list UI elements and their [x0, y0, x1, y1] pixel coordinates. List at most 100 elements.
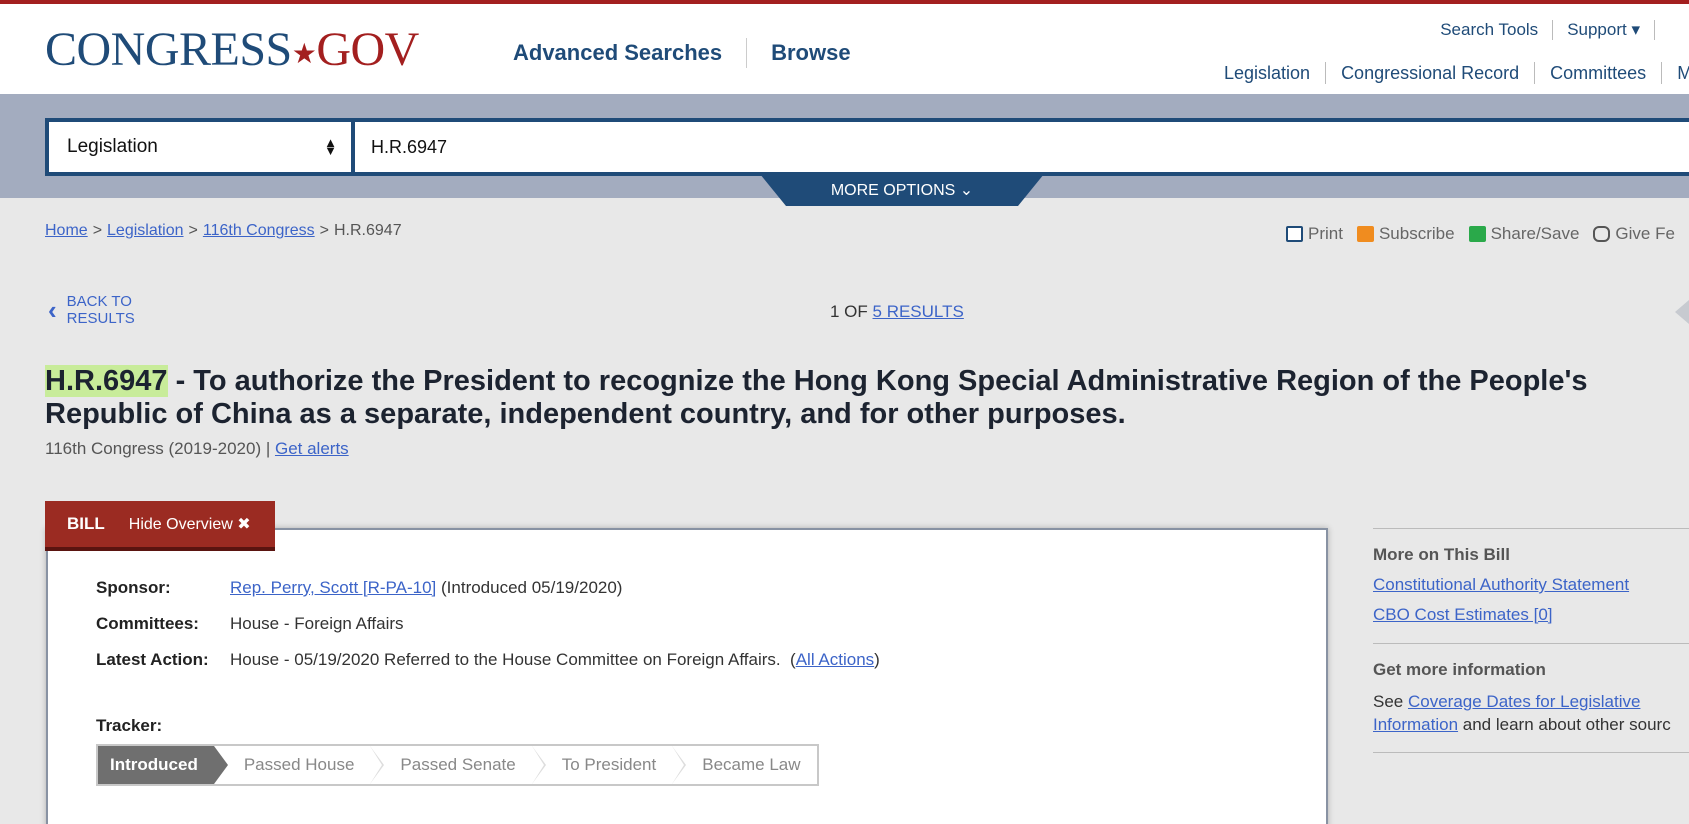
committees-value: House - Foreign Affairs: [230, 614, 404, 633]
cbo-cost-estimates-link[interactable]: CBO Cost Estimates [0]: [1373, 605, 1689, 625]
chevron-left-icon: ‹: [48, 294, 57, 325]
latest-action-value: House - 05/19/2020 Referred to the House…: [230, 650, 880, 670]
tracker-step-became-law: Became Law: [672, 746, 816, 784]
tracker-arrow: [213, 746, 228, 784]
breadcrumb-separator: >: [188, 222, 198, 239]
tracker-step-label: Introduced: [110, 755, 198, 774]
nav-committees[interactable]: Committees: [1550, 63, 1646, 84]
latest-action-label: Latest Action:: [96, 650, 209, 669]
secondary-nav: Legislation Congressional Record Committ…: [1224, 62, 1689, 84]
breadcrumb-home[interactable]: Home: [45, 222, 88, 239]
feedback-icon: [1593, 226, 1611, 242]
collection-select[interactable]: Legislation ▲ ▼: [49, 122, 351, 172]
congress-session: 116th Congress (2019-2020) | Get alerts: [45, 439, 349, 459]
breadcrumb-separator: >: [319, 222, 329, 239]
share-save-button[interactable]: Share/Save: [1468, 224, 1579, 244]
share-icon: [1468, 226, 1486, 242]
results-counter: 1 OF 5 RESULTS: [830, 302, 964, 322]
nav-advanced-searches[interactable]: Advanced Searches: [513, 40, 722, 66]
nav-divider: [1661, 62, 1663, 84]
sponsor-row: Sponsor: Rep. Perry, Scott [R-PA-10] (In…: [96, 578, 622, 598]
bill-tab-label: BILL: [67, 514, 105, 533]
bill-title: H.R.6947 - To authorize the President to…: [45, 365, 1685, 431]
results-count-prefix: 1 OF: [830, 302, 873, 321]
sponsor-link[interactable]: Rep. Perry, Scott [R-PA-10]: [230, 578, 436, 597]
sponsor-introduced: (Introduced 05/19/2020): [436, 578, 623, 597]
back-label-line1: BACK TO: [66, 293, 132, 310]
primary-nav: Advanced Searches Browse: [513, 38, 851, 68]
logo-gov-text: GOV: [316, 23, 419, 76]
nav-divider: [746, 38, 748, 68]
latest-action-text: House - 05/19/2020 Referred to the House…: [230, 650, 796, 669]
latest-action-close: ): [874, 650, 880, 669]
give-feedback-button[interactable]: Give Fe: [1593, 224, 1675, 244]
select-arrows-icon: ▲ ▼: [324, 135, 337, 158]
coverage-dates-link-line2[interactable]: Information: [1373, 715, 1458, 734]
subscribe-button[interactable]: Subscribe: [1356, 224, 1455, 244]
info-suffix: and learn about other sourc: [1458, 715, 1671, 734]
more-information-text: See Coverage Dates for Legislative Inform…: [1373, 690, 1689, 736]
sponsor-label: Sponsor:: [96, 578, 171, 597]
bill-tracker: Introduced Passed House Passed Senate To…: [96, 744, 819, 786]
print-button[interactable]: Print: [1286, 224, 1343, 244]
search-input[interactable]: H.R.6947: [355, 122, 1689, 172]
tracker-step-introduced: Introduced: [98, 746, 228, 784]
committees-row: Committees: House - Foreign Affairs: [96, 614, 404, 634]
breadcrumb-legislation[interactable]: Legislation: [107, 222, 184, 239]
tracker-step-label: Passed Senate: [400, 755, 516, 774]
breadcrumb-separator: >: [92, 222, 103, 239]
breadcrumb-current: H.R.6947: [334, 222, 402, 239]
get-alerts-link[interactable]: Get alerts: [275, 439, 349, 458]
results-count-link[interactable]: 5 RESULTS: [873, 302, 964, 321]
nav-divider: [1325, 62, 1327, 84]
site-header: CONGRESS★GOV Advanced Searches Browse Se…: [0, 0, 1689, 94]
congress-session-text: 116th Congress (2019-2020) |: [45, 439, 275, 458]
breadcrumb-congress[interactable]: 116th Congress: [203, 222, 315, 239]
tracker-step-label: To President: [561, 755, 657, 774]
bill-number-highlight: H.R.6947: [45, 365, 168, 397]
tracker-step-label: Became Law: [702, 755, 801, 774]
coverage-dates-link-line1[interactable]: Coverage Dates for Legislative: [1408, 692, 1640, 711]
search-input-value: H.R.6947: [371, 136, 448, 157]
nav-divider: [1534, 62, 1536, 84]
print-icon: [1286, 226, 1303, 242]
next-result-arrow-icon[interactable]: [1675, 300, 1689, 324]
breadcrumb: Home > Legislation >116th Congress > H.R.6947: [45, 222, 402, 240]
nav-congressional-record[interactable]: Congressional Record: [1341, 63, 1519, 84]
tracker-arrow-inner: [531, 746, 544, 784]
nav-divider: [1654, 20, 1655, 40]
nav-browse[interactable]: Browse: [771, 40, 850, 66]
nav-support-dropdown[interactable]: Support ▾: [1567, 20, 1640, 40]
utility-nav: Search Tools Support ▾: [1440, 20, 1669, 40]
more-options-button[interactable]: MORE OPTIONS ⌄: [760, 178, 1044, 204]
hide-overview-button[interactable]: Hide Overview ✖: [129, 514, 275, 534]
back-to-results-link[interactable]: ‹ BACK TO RESULTS: [48, 293, 135, 327]
search-band: Legislation ▲ ▼ H.R.6947 MORE OPTIONS ⌄: [0, 94, 1689, 206]
info-prefix: See: [1373, 692, 1408, 711]
feedback-label: Give Fe: [1615, 224, 1675, 243]
committees-label: Committees:: [96, 614, 199, 633]
subscribe-label: Subscribe: [1378, 224, 1455, 243]
search-bar: Legislation ▲ ▼ H.R.6947: [45, 118, 1689, 176]
all-actions-link[interactable]: All Actions: [796, 650, 874, 669]
bill-overview-tab: BILL Hide Overview ✖: [45, 501, 275, 551]
latest-action-row: Latest Action: House - 05/19/2020 Referr…: [96, 650, 880, 670]
tracker-step-label: Passed House: [243, 755, 355, 774]
more-on-this-bill-heading: More on This Bill: [1373, 545, 1510, 564]
logo-star: ★: [291, 39, 317, 70]
nav-search-tools[interactable]: Search Tools: [1440, 20, 1538, 40]
sponsor-value: Rep. Perry, Scott [R-PA-10] (Introduced …: [230, 578, 622, 598]
constitutional-authority-link[interactable]: Constitutional Authority Statement: [1373, 575, 1689, 595]
sidebar-divider: [1373, 528, 1689, 529]
logo-text: CONGRESS: [45, 23, 292, 76]
sidebar-divider: [1373, 752, 1689, 753]
congress-gov-logo[interactable]: CONGRESS★GOV: [45, 26, 419, 74]
collection-select-value: Legislation: [67, 136, 158, 157]
rss-icon: [1356, 226, 1374, 242]
nav-members-truncated[interactable]: M: [1677, 63, 1689, 84]
get-more-information-heading: Get more information: [1373, 660, 1546, 679]
bill-overview-card: Sponsor: Rep. Perry, Scott [R-PA-10] (In…: [46, 528, 1328, 824]
nav-divider: [1552, 20, 1554, 40]
tracker-label: Tracker:: [96, 716, 163, 735]
nav-legislation[interactable]: Legislation: [1224, 63, 1310, 84]
